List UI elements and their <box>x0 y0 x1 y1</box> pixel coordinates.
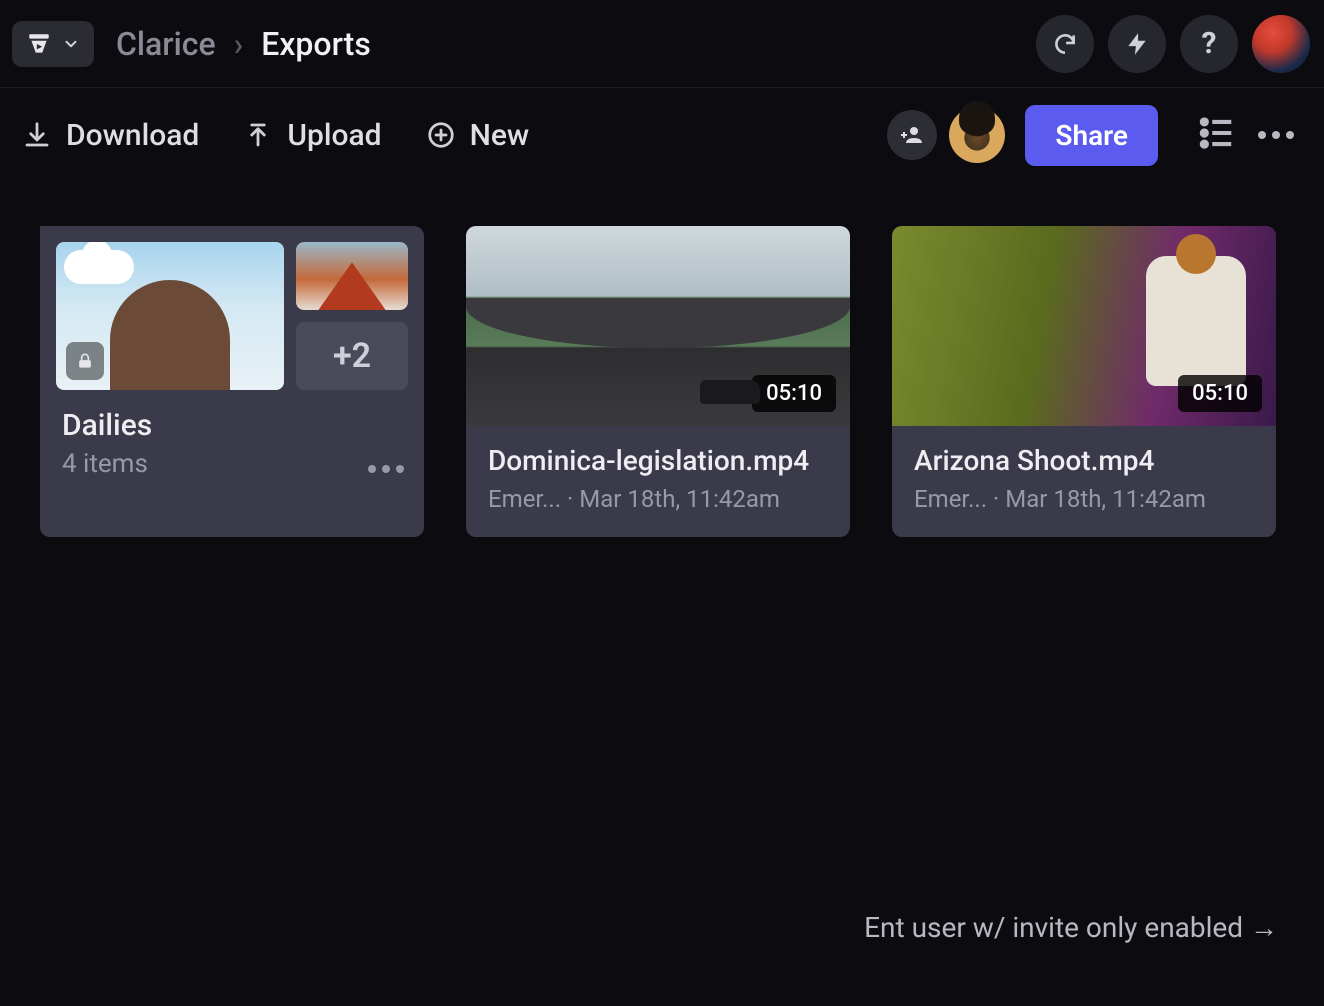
folder-previews: +2 <box>40 242 424 390</box>
list-view-toggle[interactable] <box>1198 114 1236 156</box>
folder-item-count: 4 items <box>62 449 402 479</box>
folder-more-count: +2 <box>296 322 408 390</box>
app-logo-icon <box>26 31 52 57</box>
asset-subtitle: Emer... · Mar 18th, 11:42am <box>488 485 828 513</box>
project-switcher[interactable] <box>12 21 94 67</box>
asset-thumbnail: 05:10 <box>892 226 1276 426</box>
folder-preview-thumb <box>296 242 408 310</box>
dots-icon <box>1258 131 1266 139</box>
duration-badge: 05:10 <box>1178 375 1262 412</box>
refresh-button[interactable] <box>1036 15 1094 73</box>
new-label: New <box>470 118 530 153</box>
asset-card[interactable]: 05:10 Arizona Shoot.mp4 Emer... · Mar 18… <box>892 226 1276 537</box>
question-icon: ? <box>1202 26 1217 61</box>
footer-note: Ent user w/ invite only enabled → <box>864 911 1278 944</box>
breadcrumb: Clarice › Exports <box>116 25 371 63</box>
upload-icon <box>243 120 273 150</box>
upload-button[interactable]: Upload <box>243 118 381 153</box>
user-avatar[interactable] <box>1252 15 1310 73</box>
folder-card[interactable]: +2 Dailies 4 items <box>40 226 424 537</box>
chevron-down-icon <box>62 35 80 53</box>
asset-title: Arizona Shoot.mp4 <box>914 444 1254 477</box>
activity-button[interactable] <box>1108 15 1166 73</box>
bolt-icon <box>1124 31 1150 57</box>
people-icon <box>119 351 139 371</box>
duration-badge: 05:10 <box>752 375 836 412</box>
add-user-icon <box>900 123 924 147</box>
folder-title: Dailies <box>62 408 402 443</box>
collaborator-avatar[interactable] <box>949 107 1005 163</box>
asset-subtitle: Emer... · Mar 18th, 11:42am <box>914 485 1254 513</box>
refresh-icon <box>1052 31 1078 57</box>
lock-icon <box>75 351 95 371</box>
folder-tab-shape <box>40 226 180 242</box>
chevron-right-icon: › <box>234 25 244 63</box>
asset-grid: +2 Dailies 4 items 05:10 Dominica-legisl… <box>0 182 1324 581</box>
new-button[interactable]: New <box>426 118 530 153</box>
breadcrumb-root[interactable]: Clarice <box>116 25 216 63</box>
add-user-button[interactable] <box>887 110 937 160</box>
download-button[interactable]: Download <box>22 118 199 153</box>
asset-thumbnail: 05:10 <box>466 226 850 426</box>
breadcrumb-current[interactable]: Exports <box>261 25 371 63</box>
share-button[interactable]: Share <box>1025 105 1158 166</box>
shared-badge <box>110 342 148 380</box>
lock-badge <box>66 342 104 380</box>
toolbar: Download Upload New Share <box>0 88 1324 182</box>
download-icon <box>22 120 52 150</box>
download-label: Download <box>66 118 199 153</box>
topbar: Clarice › Exports ? <box>0 0 1324 88</box>
more-options-button[interactable] <box>1250 123 1302 147</box>
asset-card[interactable]: 05:10 Dominica-legislation.mp4 Emer... ·… <box>466 226 850 537</box>
plus-circle-icon <box>426 120 456 150</box>
folder-preview-main <box>56 242 284 390</box>
asset-title: Dominica-legislation.mp4 <box>488 444 828 477</box>
folder-more-button[interactable] <box>368 465 404 473</box>
list-icon <box>1198 114 1236 152</box>
upload-label: Upload <box>287 118 381 153</box>
help-button[interactable]: ? <box>1180 15 1238 73</box>
